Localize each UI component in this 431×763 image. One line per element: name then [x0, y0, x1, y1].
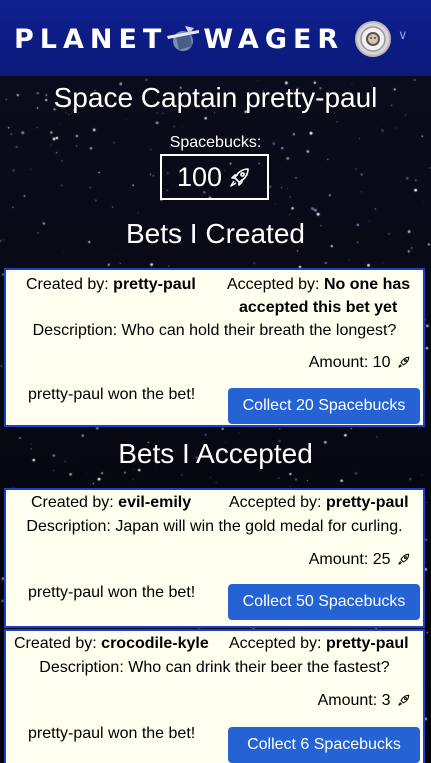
bet-amount: Amount: 10: [309, 354, 411, 372]
bet-amount: Amount: 3: [318, 692, 411, 710]
rocket-icon: [398, 694, 410, 706]
created-by: Created by: crocodile-kyle: [14, 635, 209, 652]
bet-card-created-1: Created by: pretty-paul Accepted by: No …: [4, 268, 425, 427]
bet-card-accepted-1: Created by: evil-emily Accepted by: pret…: [4, 488, 425, 628]
accepted-by: Accepted by: pretty-paul: [229, 635, 409, 652]
bet-description: Description: Who can drink their beer th…: [39, 659, 390, 676]
bet-card-accepted-2: Created by: crocodile-kyle Accepted by: …: [4, 629, 425, 763]
rocket-icon: [230, 168, 249, 187]
spacebucks-value: 100: [176, 161, 223, 192]
navbar: PLANET WAGER ∨: [0, 0, 431, 76]
acceptor-name: pretty-paul: [325, 494, 409, 511]
creator-name: pretty-paul: [113, 276, 196, 293]
accepted-by: Accepted by: No one has: [227, 276, 411, 293]
collect-spacebucks-button[interactable]: Collect 6 Spacebucks: [228, 727, 420, 763]
collect-spacebucks-button[interactable]: Collect 50 Spacebucks: [228, 584, 420, 620]
spacebucks-label: Spacebucks:: [169, 134, 262, 151]
acceptor-name: pretty-paul: [325, 635, 409, 652]
logo-text-left: PLANET: [14, 23, 168, 55]
creator-name: evil-emily: [118, 494, 192, 511]
rocket-icon: [398, 553, 410, 565]
creator-name: crocodile-kyle: [101, 635, 209, 652]
bet-description: Description: Japan will win the gold med…: [26, 518, 403, 535]
bet-result: pretty-paul won the bet!: [28, 386, 196, 403]
bet-result: pretty-paul won the bet!: [28, 584, 196, 601]
page-title: Space Captain pretty-paul: [53, 82, 378, 113]
created-by: Created by: pretty-paul: [26, 276, 196, 293]
acceptor-name: No one has: [323, 276, 411, 293]
collect-spacebucks-button[interactable]: Collect 20 Spacebucks: [228, 388, 420, 424]
bet-amount: Amount: 25: [309, 551, 411, 569]
planet-logo-icon: [167, 26, 200, 51]
section-title-created: Bets I Created: [126, 218, 305, 249]
astronaut-avatar-icon[interactable]: [355, 21, 391, 57]
bet-description: Description: Who can hold their breath t…: [32, 322, 397, 339]
planet-wager-logo[interactable]: PLANET WAGER: [14, 22, 344, 56]
created-by: Created by: evil-emily: [31, 494, 192, 511]
section-title-accepted: Bets I Accepted: [118, 438, 313, 469]
chevron-down-icon[interactable]: ∨: [398, 28, 408, 43]
accepted-by: Accepted by: pretty-paul: [229, 494, 409, 511]
rocket-icon: [398, 356, 410, 368]
bet-result: pretty-paul won the bet!: [28, 725, 196, 742]
logo-text-right: WAGER: [203, 23, 345, 55]
acceptor-name-line2: accepted this bet yet: [239, 299, 398, 316]
spacebucks-balance: 100: [160, 154, 269, 200]
